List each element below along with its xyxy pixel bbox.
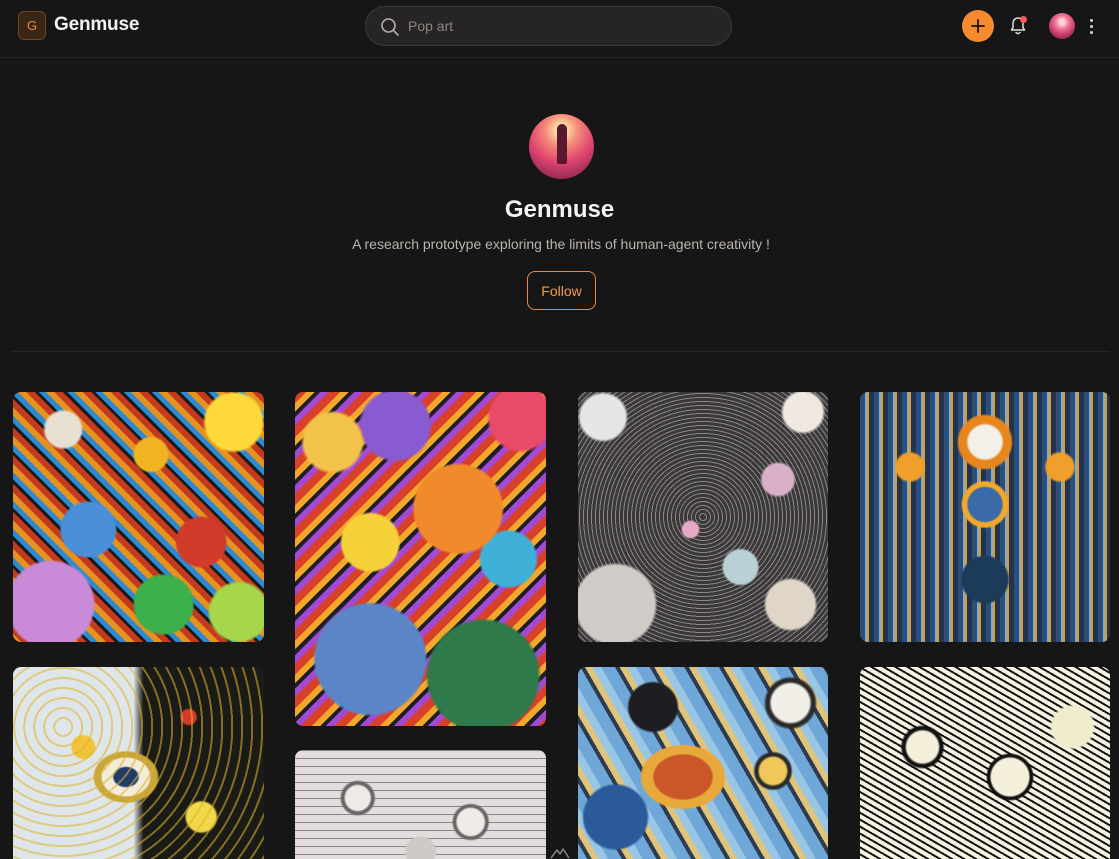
follow-button[interactable]: Follow <box>527 271 596 310</box>
search-input[interactable] <box>408 15 708 37</box>
more-vertical-icon[interactable] <box>1084 15 1098 37</box>
gallery-item-6[interactable] <box>295 750 546 859</box>
top-bar: G Genmuse <box>0 0 1119 58</box>
plus-icon <box>971 19 985 33</box>
create-button[interactable] <box>962 10 994 42</box>
gallery-item-2[interactable] <box>295 392 546 726</box>
search-icon <box>381 18 399 36</box>
gallery-item-8[interactable] <box>860 667 1110 859</box>
search-bar[interactable] <box>365 6 732 46</box>
logo[interactable]: G <box>18 11 46 40</box>
gallery-item-1[interactable] <box>13 392 264 642</box>
gallery-item-7[interactable] <box>578 667 828 859</box>
profile-bio: A research prototype exploring the limit… <box>352 236 770 252</box>
avatar[interactable] <box>1049 13 1075 39</box>
gallery-item-4[interactable] <box>860 392 1110 642</box>
brand-name[interactable]: Genmuse <box>54 14 139 36</box>
gallery-item-5[interactable] <box>13 667 264 859</box>
gallery-item-5-dots <box>13 667 264 859</box>
gallery-item-3[interactable] <box>578 392 828 642</box>
notification-dot <box>1020 16 1027 23</box>
profile-avatar <box>529 114 594 179</box>
divider <box>12 351 1110 352</box>
logo-letter: G <box>26 18 38 33</box>
profile-name: Genmuse <box>504 196 615 223</box>
mountain-icon <box>550 848 570 859</box>
